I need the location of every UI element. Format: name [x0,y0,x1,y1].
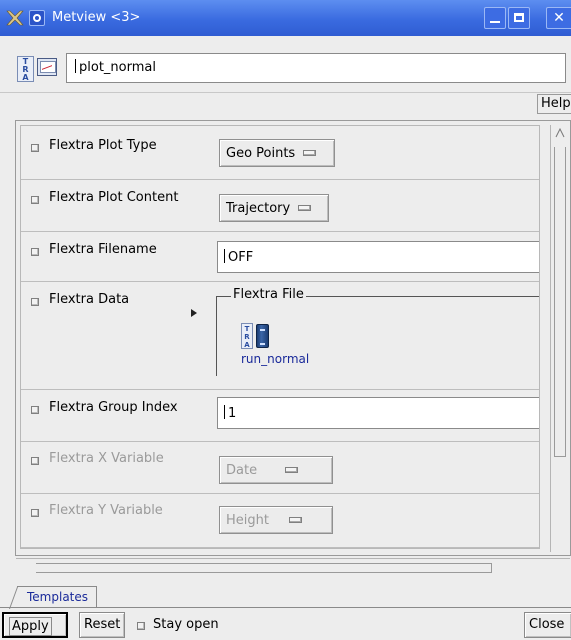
param-label: Flextra Y Variable [49,503,163,518]
option-indicator-icon [303,150,317,156]
param-checkbox[interactable] [31,298,39,306]
help-strip [0,92,571,114]
param-label: Flextra Filename [49,242,157,257]
close-icon: ✕ [553,10,565,26]
close-window-button[interactable]: ✕ [546,7,571,29]
x-variable-option-menu[interactable]: Date [219,456,333,484]
tra-icon: TRA [17,56,34,82]
group-index-input[interactable]: 1 [217,397,539,429]
data-file-icon[interactable] [256,324,269,348]
filename-input[interactable]: OFF [217,241,539,273]
minimize-button[interactable] [484,7,506,29]
y-variable-option-menu[interactable]: Height [219,506,333,534]
vertical-scroll-thumb[interactable] [554,147,566,457]
apply-button-label: Apply [9,617,52,636]
parameters-panel: Flextra Plot Type Geo Points Flextra Plo… [20,125,540,549]
param-label: Flextra Plot Type [49,138,157,153]
option-value: Height [226,513,269,528]
window-menu-icon[interactable] [29,10,45,26]
expand-arrow-icon[interactable] [191,309,197,317]
plot-type-option-menu[interactable]: Geo Points [219,139,335,167]
option-indicator-icon [285,467,299,473]
maximize-button[interactable] [508,7,530,29]
tra-icon[interactable]: TRA [241,323,253,349]
param-checkbox[interactable] [31,248,39,256]
text-caret [75,59,76,73]
option-indicator-icon [288,517,302,523]
param-checkbox[interactable] [31,406,39,414]
file-icon-label[interactable]: run_normal [241,352,309,366]
param-label: Flextra Plot Content [49,190,179,205]
group-title: Flextra File [231,287,306,302]
scroll-up-icon[interactable] [555,128,565,138]
help-button[interactable]: Help [537,94,571,114]
group-index-value: 1 [228,406,237,421]
param-row-group-index: Flextra Group Index 1 [21,390,539,442]
plot-content-option-menu[interactable]: Trajectory [219,194,329,222]
param-checkbox[interactable] [31,457,39,465]
param-checkbox[interactable] [31,144,39,152]
title-bar[interactable]: Metview <3> ✕ [0,0,571,36]
tab-divider [0,607,571,608]
param-row-flextra-data: Flextra Data Flextra File TRA run_normal [21,282,539,390]
stay-open-label: Stay open [153,617,219,632]
metview-logo-icon [6,10,24,26]
horizontal-scroll-thumb[interactable] [36,563,492,573]
param-row-plot-content: Flextra Plot Content Trajectory [21,180,539,232]
param-row-plot-type: Flextra Plot Type Geo Points [21,126,539,180]
window-title: Metview <3> [52,10,141,25]
reset-button[interactable]: Reset [79,612,125,638]
plot-icon [37,58,57,76]
option-value: Trajectory [226,201,291,216]
param-label: Flextra Group Index [49,400,178,415]
param-label: Flextra X Variable [49,451,164,466]
stay-open-checkbox[interactable] [137,622,145,630]
filename-value: OFF [228,250,254,265]
icon-name-value: plot_normal [79,60,156,75]
option-indicator-icon [298,205,312,211]
apply-button[interactable]: Apply [2,612,68,638]
param-row-x-variable: Flextra X Variable Date [21,442,539,494]
icon-name-input[interactable]: plot_normal [66,53,566,83]
text-caret [224,249,225,263]
close-button[interactable]: Close [524,612,571,638]
param-label: Flextra Data [49,292,130,307]
text-caret [224,405,225,419]
tab-templates[interactable]: Templates [17,586,98,608]
option-value: Geo Points [226,146,296,161]
param-row-filename: Flextra Filename OFF [21,232,539,282]
param-checkbox[interactable] [31,509,39,517]
option-value: Date [226,463,258,478]
param-checkbox[interactable] [31,196,39,204]
param-row-y-variable: Flextra Y Variable Height [21,494,539,548]
